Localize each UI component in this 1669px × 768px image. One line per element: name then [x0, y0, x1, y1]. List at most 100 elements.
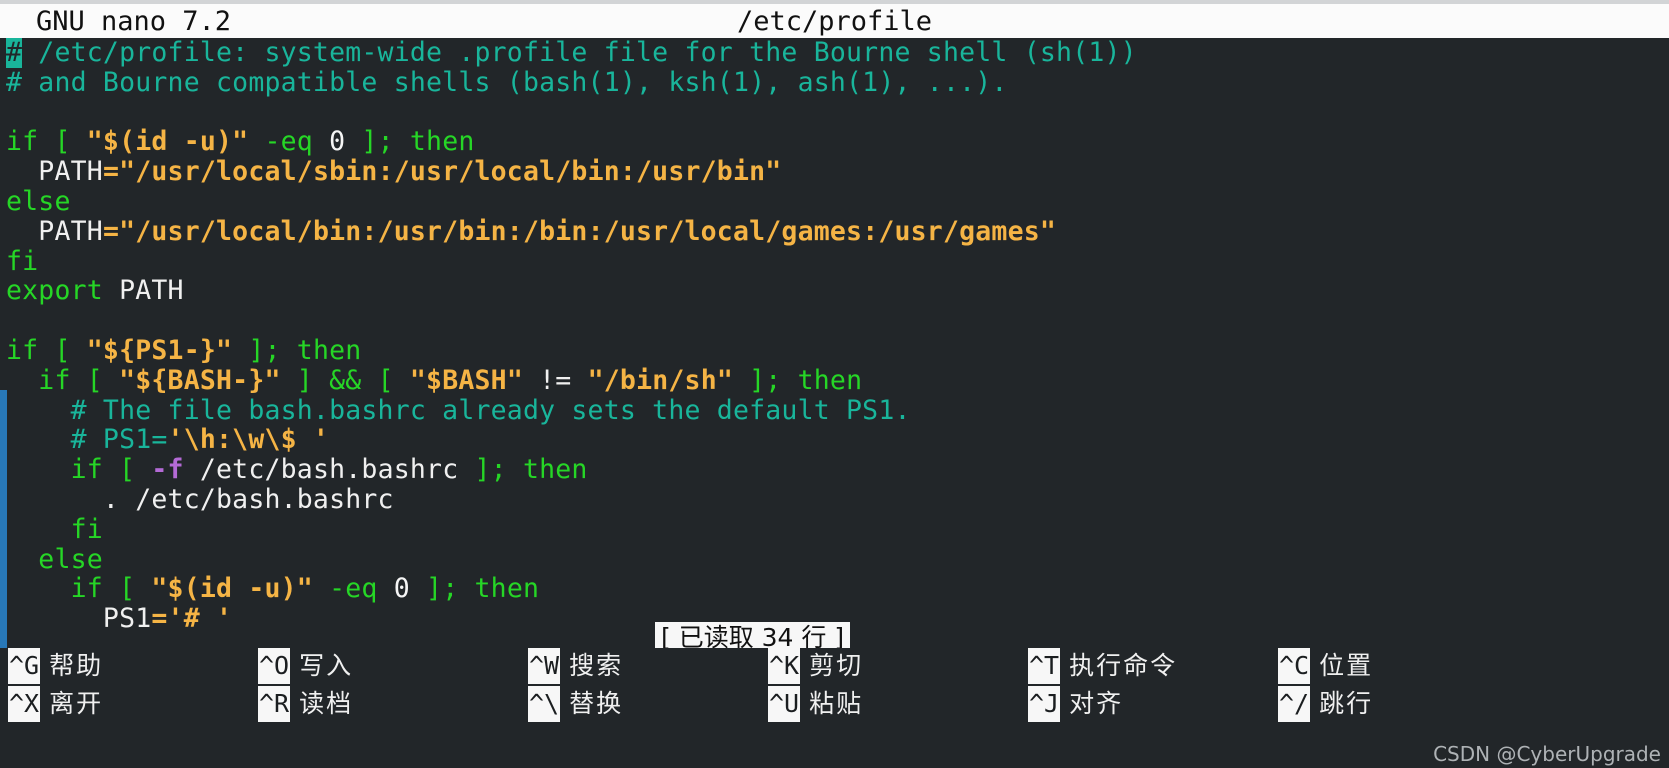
code-token: if	[6, 334, 55, 366]
shortcut-item[interactable]: ^R 读档	[258, 686, 508, 722]
shortcut-label: 写入	[299, 651, 354, 680]
code-token: "/usr/local/bin:/usr/bin:/bin:/usr/local…	[119, 215, 1057, 247]
code-token: "/usr/local/sbin:/usr/local/bin:/usr/bin…	[119, 156, 782, 188]
code-token: ];	[232, 334, 297, 366]
code-content[interactable]: # /etc/profile: system-wide .profile fil…	[6, 38, 1137, 634]
code-line[interactable]: if [ "$(id -u)" -eq 0 ]; then	[6, 574, 1137, 604]
shortcut-key: ^C	[1278, 648, 1311, 684]
shortcut-key: ^T	[1028, 648, 1061, 684]
code-token: then	[296, 334, 362, 366]
code-token: if	[6, 454, 120, 486]
code-line[interactable]: # The file bash.bashrc already sets the …	[6, 395, 1137, 426]
shortcut-item[interactable]: ^J 对齐	[1028, 686, 1278, 722]
shortcut-item[interactable]: ^X 离开	[8, 686, 258, 722]
code-line[interactable]: # and Bourne compatible shells (bash(1),…	[6, 67, 1137, 98]
code-token: "${PS1-}"	[86, 334, 233, 366]
editor-text-area[interactable]: # /etc/profile: system-wide .profile fil…	[0, 38, 1669, 658]
code-token: -f	[151, 454, 184, 486]
code-line[interactable]: else	[6, 187, 1137, 217]
shortcut-label: 粘贴	[809, 689, 864, 718]
code-token: "$BASH"	[409, 364, 523, 396]
shortcut-column: ^T 执行命令 ^J 对齐	[1028, 648, 1278, 724]
code-token: fi	[6, 245, 39, 277]
code-token: "/bin/sh"	[587, 364, 733, 396]
filename-label: /etc/profile	[736, 5, 933, 37]
code-token: =	[102, 215, 120, 247]
shortcut-key: ^O	[258, 648, 291, 684]
code-token: /etc/profile: system-wide .profile file …	[22, 38, 1137, 68]
shortcut-item[interactable]: ^W 搜索	[528, 648, 778, 684]
code-line[interactable]: export PATH	[6, 276, 1137, 306]
code-line[interactable]: if [ -f /etc/bash.bashrc ]; then	[6, 455, 1137, 485]
shortcut-item[interactable]: ^K 剪切	[768, 648, 1018, 684]
code-line[interactable]: fi	[6, 514, 1137, 545]
shortcut-column: ^K 剪切 ^U 粘贴	[768, 648, 1018, 724]
code-token: . /etc/bash.bashrc	[6, 483, 394, 515]
code-line[interactable]: # PS1='\h:\w\$ '	[6, 425, 1137, 455]
shortcut-item[interactable]: ^U 粘贴	[768, 686, 1018, 722]
code-line[interactable]: if [ "${BASH-}" ] && [ "$BASH" != "/bin/…	[6, 364, 1137, 396]
titlebar: GNU nano 7.2 /etc/profile	[0, 0, 1669, 38]
code-line[interactable]	[6, 98, 1137, 128]
code-token: # PS1=	[6, 424, 168, 456]
code-token: '# '	[167, 603, 233, 635]
code-token: ];	[733, 364, 798, 396]
shortcut-label: 搜索	[569, 651, 624, 680]
code-token: [	[54, 334, 87, 366]
code-token: -eq	[312, 573, 394, 605]
shortcut-column: ^C 位置 ^/ 跳行	[1278, 648, 1528, 724]
code-line[interactable]: PS1='# '	[6, 604, 1137, 634]
code-token: [	[119, 454, 152, 486]
code-line[interactable]: PATH="/usr/local/bin:/usr/bin:/bin:/usr/…	[6, 215, 1137, 247]
code-token: ]	[280, 364, 330, 396]
shortcut-item[interactable]: ^T 执行命令	[1028, 648, 1278, 684]
code-token: ];	[474, 454, 523, 486]
shortcut-key: ^X	[8, 686, 41, 722]
shortcut-item[interactable]: ^O 写入	[258, 648, 508, 684]
code-line[interactable]: else	[6, 544, 1137, 575]
shortcut-label: 剪切	[809, 651, 864, 680]
code-token: if	[6, 573, 120, 605]
code-line[interactable]: if [ "$(id -u)" -eq 0 ]; then	[6, 127, 1137, 157]
code-token: then	[409, 126, 475, 158]
code-token: /etc/bash.bashrc	[183, 454, 475, 486]
shortcut-bar: ^G 帮助 ^X 离开 ^O 写入 ^R 读档 ^W 搜索 ^\ 替换 ^K 剪切 ^U 粘贴 ^T 执行命令 ^J…	[0, 648, 1669, 768]
shortcut-item[interactable]: ^\ 替换	[528, 686, 778, 722]
shortcut-key: ^U	[768, 686, 801, 722]
shortcut-item[interactable]: ^/ 跳行	[1278, 686, 1528, 722]
shortcut-key: ^W	[528, 648, 561, 684]
nano-editor-window: GNU nano 7.2 /etc/profile # /etc/profile…	[0, 0, 1669, 768]
code-line[interactable]	[6, 306, 1137, 336]
code-token: PATH	[6, 156, 103, 188]
shortcut-label: 替换	[569, 689, 624, 718]
code-token: 0	[393, 573, 410, 605]
shortcut-label: 执行命令	[1069, 651, 1178, 680]
code-line[interactable]: # /etc/profile: system-wide .profile fil…	[6, 38, 1137, 68]
code-token: PATH	[6, 215, 103, 247]
watermark-label: CSDN @CyberUpgrade	[1433, 742, 1661, 766]
code-token: !=	[522, 364, 588, 396]
code-token: then	[797, 364, 863, 396]
shortcut-key: ^K	[768, 648, 801, 684]
shortcut-item[interactable]: ^C 位置	[1278, 648, 1528, 684]
code-line[interactable]: fi	[6, 245, 1137, 277]
code-line[interactable]: if [ "${PS1-}" ]; then	[6, 336, 1137, 366]
code-token: ];	[409, 573, 475, 605]
shortcut-label: 对齐	[1069, 689, 1124, 718]
shortcut-key: ^J	[1028, 686, 1061, 722]
shortcut-label: 位置	[1319, 651, 1374, 680]
code-token: if	[6, 364, 87, 396]
code-token: &&	[329, 364, 378, 396]
code-token: "$(id -u)"	[86, 126, 249, 158]
code-token: else	[6, 185, 71, 217]
shortcut-label: 离开	[49, 689, 104, 718]
code-token: [	[86, 364, 120, 396]
code-line[interactable]: PATH="/usr/local/sbin:/usr/local/bin:/us…	[6, 157, 1137, 187]
code-token: then	[522, 454, 588, 486]
code-token: -eq	[248, 126, 330, 158]
shortcut-item[interactable]: ^G 帮助	[8, 648, 258, 684]
code-line[interactable]: . /etc/bash.bashrc	[6, 485, 1137, 515]
text-cursor: #	[6, 38, 23, 68]
code-token: "${BASH-}"	[119, 364, 281, 396]
code-token: "$(id -u)"	[151, 573, 313, 605]
